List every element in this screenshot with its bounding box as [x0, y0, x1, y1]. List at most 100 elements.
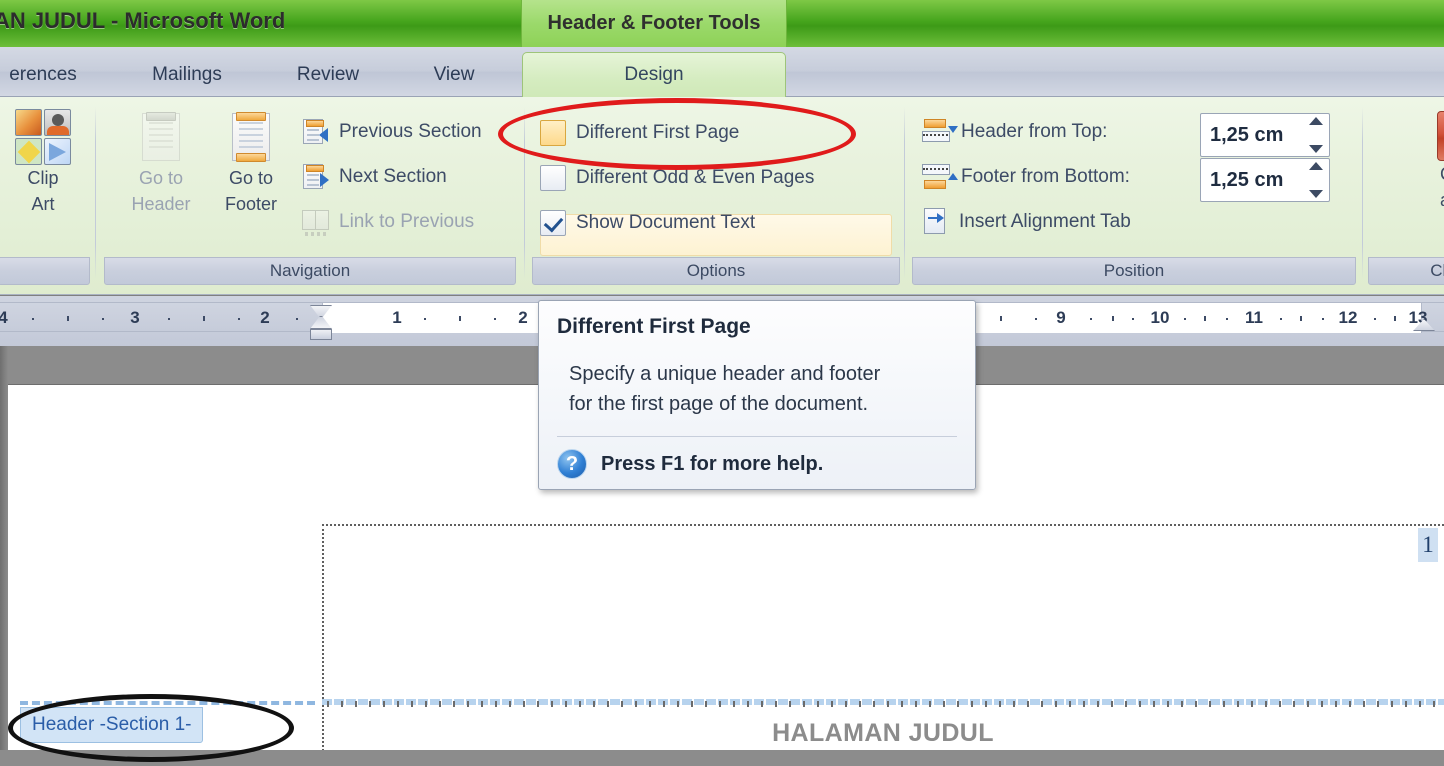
previous-section-label: Previous Section	[339, 121, 482, 142]
close-button-label-line2: and F	[1440, 187, 1444, 213]
footer-from-bottom-row[interactable]: Footer from Bottom:	[922, 160, 1130, 194]
insert-alignment-tab-icon	[922, 207, 950, 237]
go-to-footer-label-line1: Go to	[228, 168, 274, 188]
tab-design[interactable]: Design	[522, 52, 786, 97]
ribbon-group-options: Different First Page Different Odd & Eve…	[532, 101, 900, 287]
ribbon-tab-strip: erences Mailings Review View Design	[0, 47, 1444, 97]
header-from-top-icon	[922, 118, 958, 146]
tooltip-body-line1: Specify a unique header and footer	[569, 363, 881, 385]
close-icon	[1437, 111, 1444, 161]
contextual-tab-title-label: Header & Footer Tools	[547, 12, 761, 34]
options-group-body: Different First Page Different Odd & Eve…	[532, 101, 900, 257]
tab-review[interactable]: Review	[268, 52, 388, 97]
tooltip-title: Different First Page	[557, 315, 751, 338]
clip-art-icon	[15, 109, 71, 165]
ribbon-group-navigation: Go to Header Go to Footer Previous Secti…	[104, 101, 516, 287]
spinner-up-icon[interactable]	[1309, 117, 1323, 125]
window-title: AN JUDUL - Microsoft Word	[0, 8, 286, 33]
close-header-and-footer-button[interactable]: Close and F	[1418, 111, 1444, 213]
previous-section-icon	[302, 118, 330, 146]
document-title-text[interactable]: HALAMAN JUDUL	[322, 713, 1444, 753]
spinner-down-icon-2[interactable]	[1309, 190, 1323, 198]
show-document-text-checkbox-row[interactable]: Show Document Text	[540, 205, 755, 241]
show-document-text-checkbox[interactable]	[540, 210, 566, 236]
different-first-page-checkbox-row[interactable]: Different First Page	[540, 115, 739, 151]
link-to-previous-label: Link to Previous	[339, 211, 475, 232]
tooltip-body-line2: for the first page of the document.	[569, 393, 869, 415]
header-from-top-label: Header from Top:	[961, 121, 1108, 142]
position-group-body: Header from Top: 1,25 cm Footer from Bot…	[912, 101, 1356, 257]
previous-section-button[interactable]: Previous Section	[302, 115, 482, 149]
tooltip-different-first-page: Different First Page Specify a unique he…	[538, 300, 976, 490]
footer-from-bottom-spin-buttons[interactable]	[1306, 162, 1326, 198]
ribbon-group-close: Close and F Clo	[1368, 101, 1444, 287]
insert-alignment-tab-button[interactable]: Insert Alignment Tab	[922, 205, 1131, 239]
tab-references[interactable]: erences	[0, 52, 98, 97]
header-from-top-value: 1,25 cm	[1210, 123, 1284, 146]
header-from-top-row[interactable]: Header from Top:	[922, 115, 1107, 149]
page-number-field[interactable]: 1	[1418, 528, 1438, 562]
different-odd-even-label: Different Odd & Even Pages	[576, 167, 815, 188]
close-group-body: Close and F	[1368, 101, 1444, 257]
bottom-bar	[0, 750, 1444, 766]
go-to-header-label-line2: Header	[131, 194, 191, 214]
insert-alignment-tab-label: Insert Alignment Tab	[959, 211, 1131, 232]
tooltip-divider	[557, 436, 957, 437]
go-to-footer-button[interactable]: Go to Footer	[206, 109, 296, 217]
footer-from-bottom-label: Footer from Bottom:	[961, 166, 1130, 187]
tooltip-help-text: Press F1 for more help.	[601, 452, 824, 475]
clip-art-label-line1: Clip	[27, 168, 59, 188]
tab-mailings[interactable]: Mailings	[122, 52, 252, 97]
link-to-previous-button[interactable]: Link to Previous	[302, 205, 474, 239]
next-section-label: Next Section	[339, 166, 447, 187]
group-divider-3	[904, 107, 905, 279]
clip-art-button[interactable]: Clip Art	[6, 109, 80, 217]
next-section-icon	[302, 163, 330, 191]
ruler-mark-3L: 3	[130, 308, 140, 327]
group-divider-1	[95, 107, 96, 279]
spinner-up-icon-2[interactable]	[1309, 162, 1323, 170]
footer-from-bottom-icon	[922, 163, 958, 191]
tooltip-help-row: ? Press F1 for more help.	[557, 449, 823, 479]
group-divider-2	[524, 107, 525, 279]
header-boundary-dashed-left	[20, 701, 315, 705]
show-document-text-label: Show Document Text	[576, 212, 756, 233]
position-group-label: Position	[912, 257, 1356, 285]
ribbon-group-position: Header from Top: 1,25 cm Footer from Bot…	[912, 101, 1356, 287]
header-from-top-spin-buttons[interactable]	[1306, 117, 1326, 153]
ribbon-group-illustrations: Clip Art	[0, 101, 90, 287]
different-odd-even-checkbox-row[interactable]: Different Odd & Even Pages	[540, 160, 814, 196]
close-button-label-line1: Close	[1440, 161, 1444, 187]
different-odd-even-checkbox[interactable]	[540, 165, 566, 191]
contextual-tab-title: Header & Footer Tools	[521, 0, 787, 47]
close-group-label: Clo	[1368, 257, 1444, 285]
different-first-page-checkbox[interactable]	[540, 120, 566, 146]
left-gutter	[0, 346, 8, 750]
navigation-group-body: Go to Header Go to Footer Previous Secti…	[104, 101, 516, 257]
ruler-mark-4L: 4	[0, 308, 8, 327]
window-title-bar: AN JUDUL - Microsoft Word Header & Foote…	[0, 0, 1444, 47]
header-boundary-dashed-right	[322, 699, 1444, 707]
footer-from-bottom-spinner[interactable]: 1,25 cm	[1200, 158, 1330, 202]
group-divider-4	[1362, 107, 1363, 279]
footer-from-bottom-value: 1,25 cm	[1210, 168, 1284, 191]
go-to-footer-icon	[224, 109, 278, 165]
next-section-button[interactable]: Next Section	[302, 160, 447, 194]
tab-view[interactable]: View	[404, 52, 504, 97]
header-section-tag[interactable]: Header -Section 1-	[20, 707, 204, 743]
go-to-header-icon	[134, 109, 188, 165]
left-indent-marker[interactable]	[310, 329, 332, 340]
ruler-mark-10: 10	[1150, 308, 1170, 327]
ribbon: Clip Art Go to Header Go to Footer Previ…	[0, 97, 1444, 295]
spinner-down-icon[interactable]	[1309, 145, 1323, 153]
different-first-page-label: Different First Page	[576, 122, 740, 143]
illustrations-group-body: Clip Art	[0, 101, 90, 257]
navigation-group-label: Navigation	[104, 257, 516, 285]
illustrations-group-label	[0, 257, 90, 285]
go-to-footer-label-line2: Footer	[224, 194, 278, 214]
clip-art-label-line2: Art	[31, 194, 55, 214]
go-to-header-button[interactable]: Go to Header	[116, 109, 206, 217]
ruler-mark-1R: 1	[392, 308, 402, 327]
question-icon: ?	[557, 449, 587, 479]
header-from-top-spinner[interactable]: 1,25 cm	[1200, 113, 1330, 157]
